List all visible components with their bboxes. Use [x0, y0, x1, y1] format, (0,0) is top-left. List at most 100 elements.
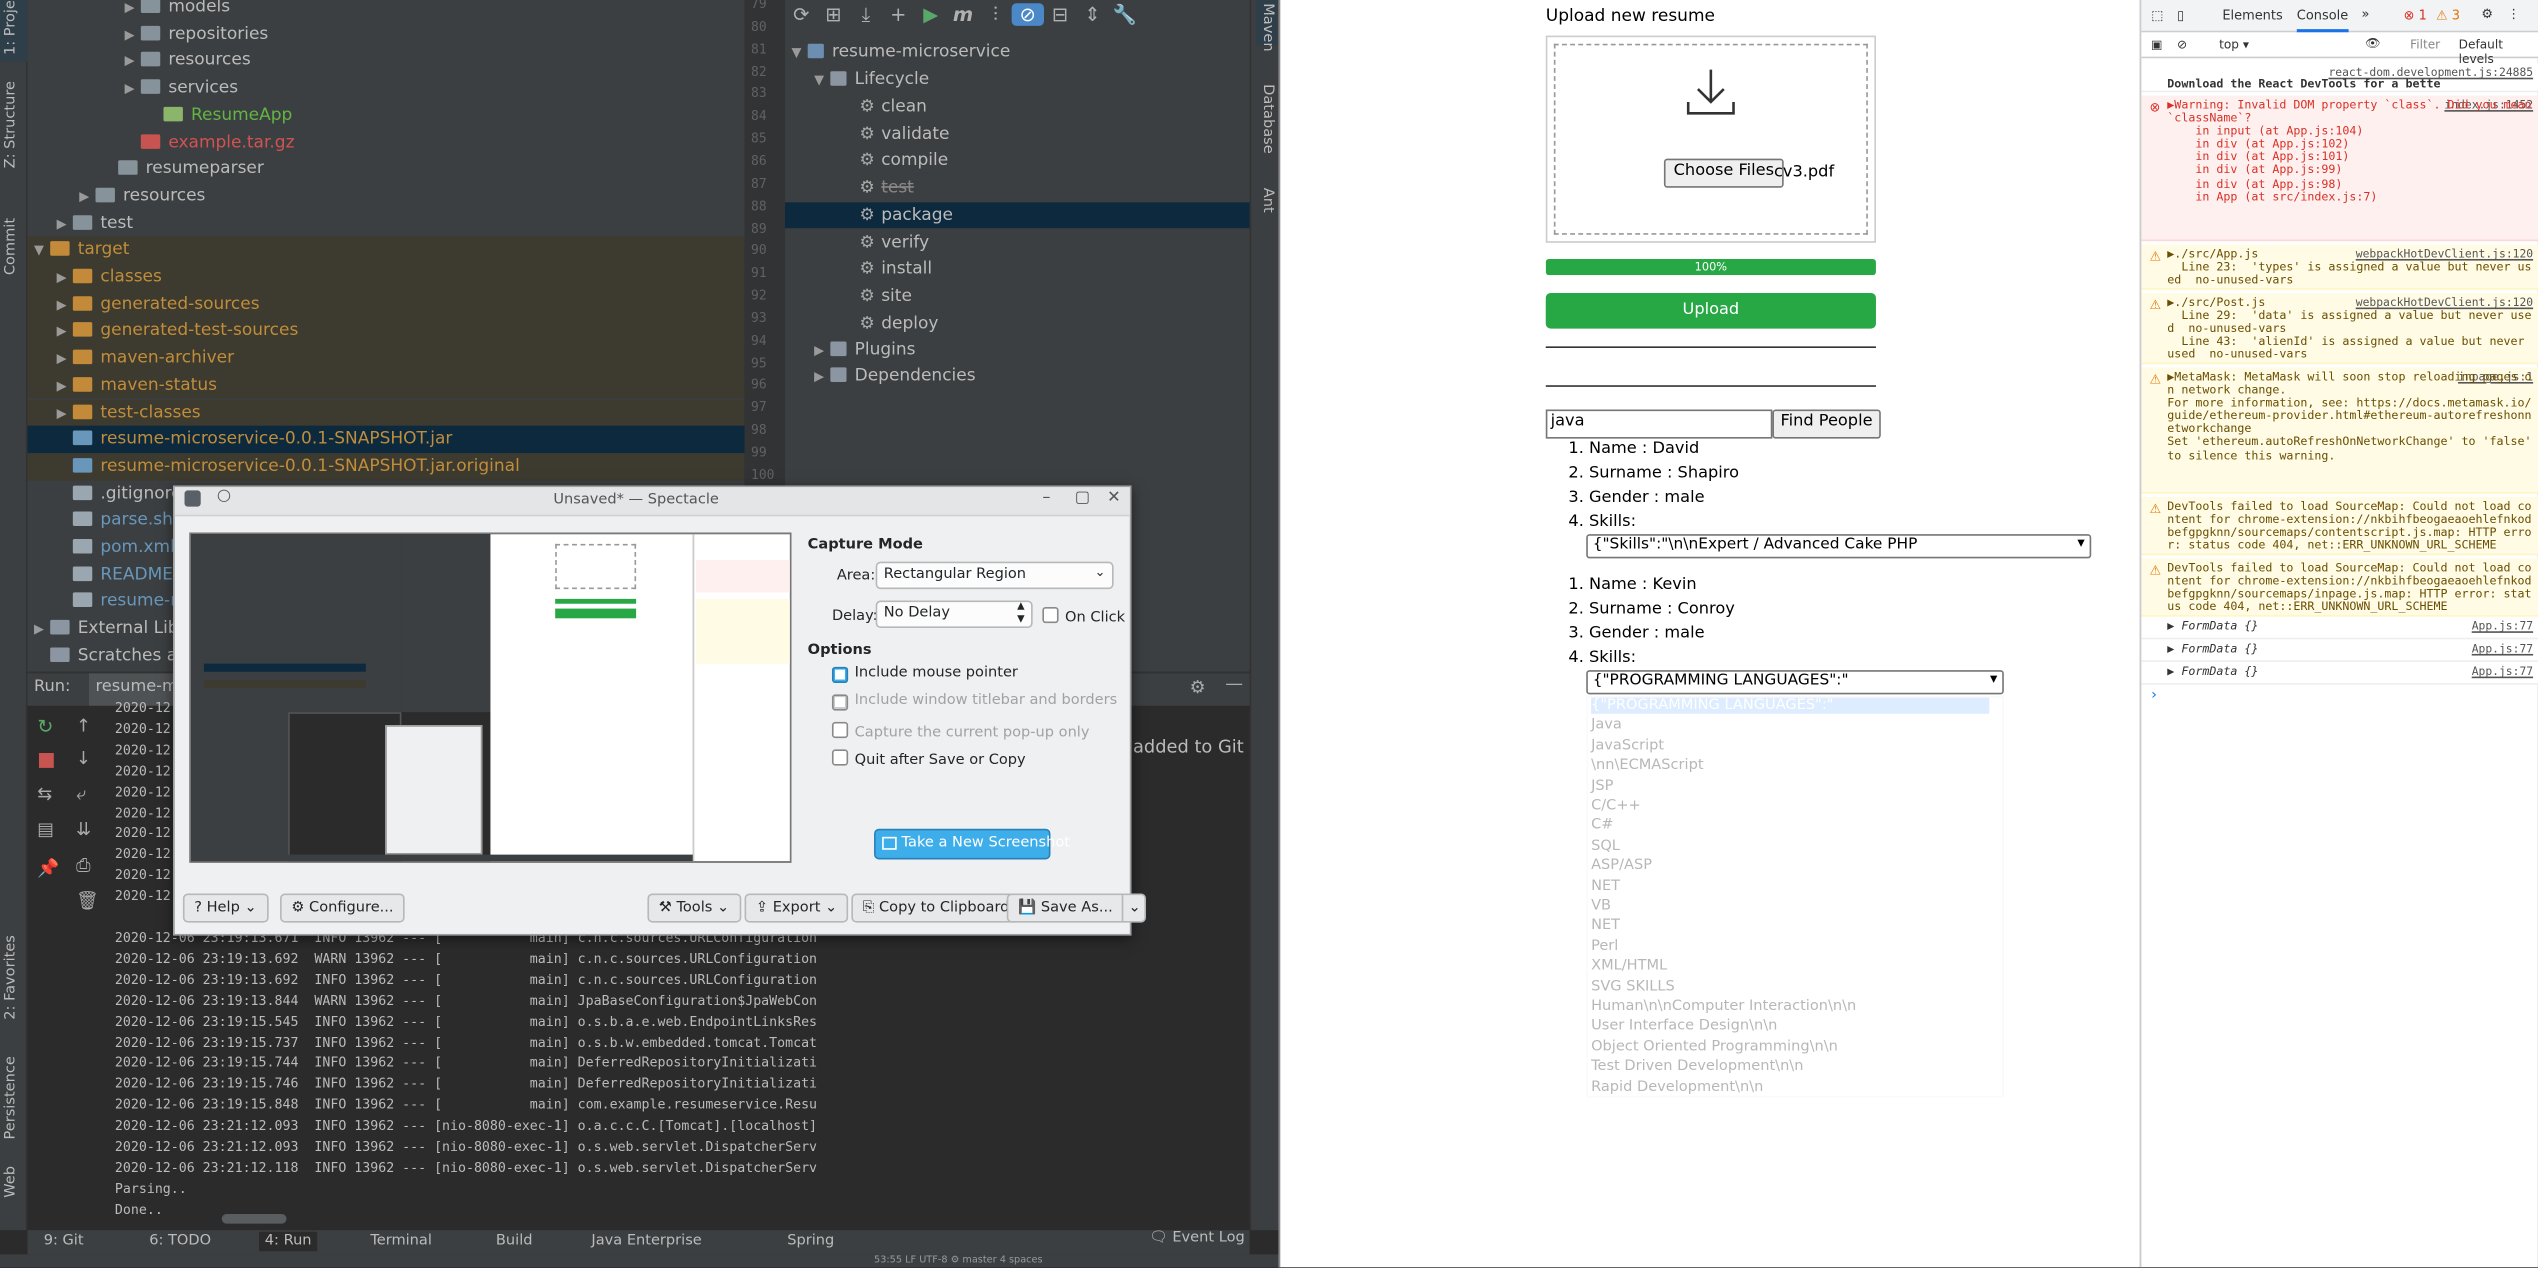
bottom-tab[interactable]: Java Enterprise: [585, 1232, 708, 1251]
maven-dependencies[interactable]: ▶ Dependencies: [814, 363, 975, 390]
print-icon[interactable]: ⎙: [76, 855, 90, 878]
warning-count[interactable]: ⚠ 3: [2436, 8, 2460, 23]
take-screenshot-button[interactable]: Take a New Screenshot: [874, 828, 1070, 860]
layout-icon[interactable]: ▤: [37, 819, 54, 840]
tab-console[interactable]: Console: [2296, 8, 2349, 33]
dropdown-option[interactable]: C#: [1591, 818, 1989, 834]
error-count[interactable]: ⊗ 1: [2404, 8, 2427, 23]
maximize-icon[interactable]: ▢: [1075, 489, 1090, 507]
favorites-tool-label[interactable]: 2: Favorites: [3, 935, 19, 1020]
capture-option[interactable]: Quit after Save or Copy: [831, 749, 1026, 769]
minimize-icon[interactable]: –: [1042, 489, 1050, 507]
bottom-tab[interactable]: Terminal: [364, 1232, 439, 1251]
tree-arrow-icon[interactable]: ▶: [125, 22, 141, 49]
tree-item[interactable]: ▶ resources: [28, 48, 745, 75]
inspect-icon[interactable]: ⬚: [2151, 8, 2163, 23]
tree-arrow-icon[interactable]: ▶: [34, 617, 50, 644]
tree-item[interactable]: ▶ classes: [27, 263, 745, 291]
bottom-tab[interactable]: 6: TODO: [143, 1232, 218, 1251]
more-options-icon[interactable]: ⋮: [2507, 6, 2520, 21]
dropdown-option[interactable]: NET: [1591, 918, 1989, 934]
tree-item[interactable]: example.tar.gz: [28, 129, 745, 156]
tree-item[interactable]: ▶ test: [28, 210, 745, 237]
tree-item[interactable]: ▶ resources: [28, 183, 745, 210]
tree-item[interactable]: ▶ services: [28, 75, 745, 102]
tree-arrow-icon[interactable]: ▶: [57, 347, 73, 374]
close-icon[interactable]: ✕: [1107, 489, 1121, 507]
tree-arrow-icon[interactable]: ▶: [79, 184, 95, 211]
structure-tool-label[interactable]: Z: Structure: [3, 81, 19, 168]
tree-item[interactable]: resume-microservice-0.0.1-SNAPSHOT.jar: [27, 425, 745, 454]
tree-item[interactable]: ▶ models: [28, 0, 745, 21]
dropdown-option[interactable]: SQL: [1591, 838, 1989, 854]
maven-goal[interactable]: ⚙ site: [785, 283, 1250, 310]
tree-item[interactable]: ▶ test-classes: [27, 398, 745, 428]
up-icon[interactable]: ↑: [76, 715, 91, 736]
wrench-icon[interactable]: 🔧: [1109, 3, 1141, 26]
maven-goal[interactable]: ⚙ package: [785, 201, 1250, 230]
bottom-tab[interactable]: Build: [489, 1232, 539, 1251]
device-toolbar-icon[interactable]: ▯: [2177, 8, 2184, 23]
dropdown-option[interactable]: C/C++: [1591, 798, 1989, 814]
spin-arrows-icon[interactable]: ▲ ▼: [1017, 601, 1024, 627]
rerun-icon[interactable]: ↻: [37, 715, 53, 738]
maven-goal[interactable]: ⚙ validate: [785, 121, 1250, 148]
database-tool-label[interactable]: Database: [1259, 84, 1275, 154]
console-prompt[interactable]: ›: [2151, 688, 2157, 704]
find-people-button[interactable]: Find People: [1772, 409, 1881, 439]
skip-tests-icon[interactable]: ⊘: [1011, 3, 1044, 26]
restore-layout-icon[interactable]: ⇆: [37, 783, 52, 804]
sidebar-toggle-icon[interactable]: ▣: [2151, 37, 2162, 52]
tree-arrow-icon[interactable]: ▶: [57, 401, 73, 428]
add-folder-icon[interactable]: ⊞: [817, 3, 849, 26]
dropdown-option[interactable]: ASP/ASP: [1591, 858, 1989, 874]
refresh-icon[interactable]: ⟳: [785, 3, 817, 26]
upload-button[interactable]: Upload: [1545, 292, 1876, 329]
event-log[interactable]: 🗨 Event Log: [1149, 1230, 1245, 1246]
maven-goal[interactable]: ⚙ test: [785, 175, 1250, 202]
dropdown-option[interactable]: \nn\ECMAScript: [1591, 758, 1989, 774]
settings-icon[interactable]: ⚙: [2481, 6, 2493, 21]
tree-item[interactable]: ▼ target: [27, 236, 745, 265]
tree-item[interactable]: ▶ generated-test-sources: [27, 317, 745, 345]
dropdown-option[interactable]: Rapid Development\n\n: [1591, 1079, 1989, 1095]
tree-item[interactable]: ResumeApp: [28, 102, 745, 129]
help-button[interactable]: ? Help ⌄: [182, 893, 269, 923]
dropdown-option[interactable]: {"PROGRAMMING LANGUAGES":": [1591, 697, 1990, 714]
skills-dropdown-list[interactable]: {"PROGRAMMING LANGUAGES":" Java JavaScript…: [1586, 695, 2004, 1098]
maven-goal[interactable]: ⚙ install: [785, 256, 1250, 283]
maven-goal-icon[interactable]: m: [947, 3, 979, 26]
ant-tool-label[interactable]: Ant: [1259, 188, 1275, 213]
commit-tool-label[interactable]: Commit: [3, 218, 19, 275]
tree-item[interactable]: resume-microservice-0.0.1-SNAPSHOT.jar.o…: [27, 453, 745, 481]
dropdown-option[interactable]: User Interface Design\n\n: [1591, 1019, 1989, 1035]
dropdown-option[interactable]: Java: [1591, 718, 1989, 734]
tree-arrow-icon[interactable]: ▶: [57, 211, 73, 238]
maven-lifecycle[interactable]: ▼ Lifecycle: [814, 66, 929, 93]
console-message[interactable]: App.js:77 ▶ FormData {}: [2141, 616, 2538, 640]
toggle-offline-icon[interactable]: ⫶: [979, 3, 1011, 27]
horizontal-scrollbar[interactable]: [221, 1213, 287, 1224]
dropdown-option[interactable]: Object Oriented Programming\n\n: [1591, 1039, 1989, 1055]
configure-button[interactable]: ⚙ Configure...: [280, 893, 405, 923]
console-message[interactable]: App.js:77 ▶ FormData {}: [2141, 639, 2538, 663]
console-message[interactable]: ⚠ DevTools failed to load SourceMap: Coul…: [2141, 496, 2538, 556]
dropdown-option[interactable]: Perl: [1591, 938, 1989, 954]
console-message[interactable]: ⚠ DevTools failed to load SourceMap: Coul…: [2141, 558, 2538, 617]
tree-arrow-icon[interactable]: ▶: [125, 49, 141, 76]
bottom-tab[interactable]: Spring: [781, 1232, 841, 1251]
persistence-tool-label[interactable]: Persistence: [3, 1056, 19, 1139]
tab-elements[interactable]: Elements: [2222, 8, 2282, 23]
pin-icon[interactable]: 📌: [37, 858, 59, 879]
search-input[interactable]: java: [1545, 409, 1773, 439]
project-tool-label[interactable]: 1: Project: [3, 0, 19, 55]
tree-arrow-icon[interactable]: ▼: [34, 238, 50, 265]
console-message[interactable]: ⚠ webpackHotDevClient.js:120 ▶./src/Post.j…: [2141, 292, 2538, 365]
tree-arrow-icon[interactable]: ▶: [125, 76, 141, 103]
run-icon[interactable]: ▶: [915, 3, 947, 26]
maven-plugins[interactable]: ▶ Plugins: [814, 337, 915, 364]
eye-icon[interactable]: 👁: [2365, 36, 2380, 51]
web-tool-label[interactable]: Web: [3, 1166, 19, 1198]
checkbox-icon[interactable]: ■: [831, 666, 849, 684]
plus-icon[interactable]: +: [882, 3, 914, 26]
